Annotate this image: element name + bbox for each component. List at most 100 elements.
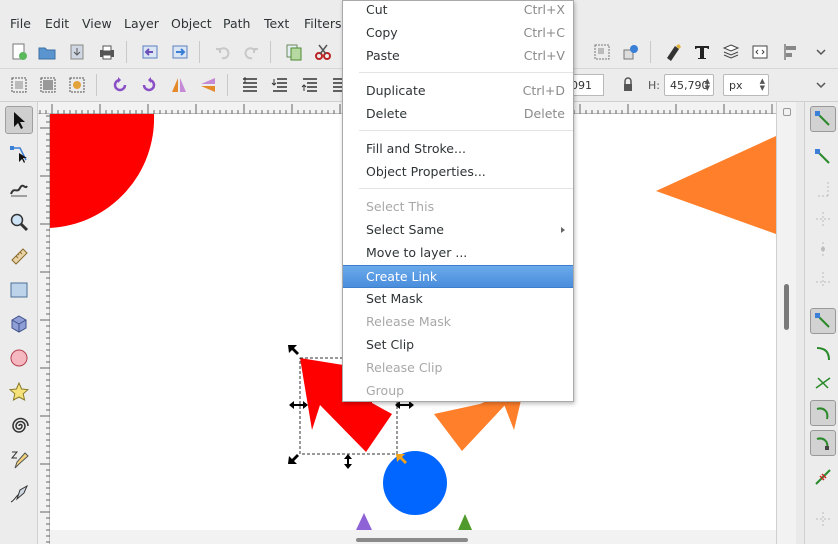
menu-item-create-link[interactable]: Create Link — [343, 265, 573, 288]
menu-item-paste[interactable]: Paste Ctrl+V — [343, 45, 573, 68]
snap-centers-icon[interactable] — [810, 464, 836, 490]
star-tool-icon[interactable] — [5, 378, 33, 406]
ungroup-icon[interactable] — [620, 41, 642, 63]
controls-overflow-icon[interactable] — [810, 74, 832, 96]
selector-tool-icon[interactable] — [5, 106, 33, 134]
snap-rotation-centers-icon[interactable] — [810, 506, 836, 532]
layers-icon[interactable] — [720, 41, 742, 63]
align-distribute-icon[interactable] — [779, 41, 801, 63]
snap-bbox-center-icon[interactable] — [810, 266, 836, 292]
save-icon[interactable] — [66, 41, 88, 63]
menu-item-select-same[interactable]: Select Same — [343, 219, 573, 242]
measure-tool-icon[interactable] — [5, 242, 33, 270]
menu-item-duplicate[interactable]: Duplicate Ctrl+D — [343, 80, 573, 103]
flip-horizontal-icon[interactable] — [168, 74, 190, 96]
deselect-icon[interactable] — [66, 74, 88, 96]
export-icon[interactable] — [169, 41, 191, 63]
menu-item-release-clip: Release Clip — [366, 360, 443, 375]
scroll-corner-icon[interactable] — [783, 108, 791, 116]
3d-box-tool-icon[interactable] — [5, 310, 33, 338]
menu-text[interactable]: Text — [264, 16, 289, 31]
menu-layer[interactable]: Layer — [124, 16, 159, 31]
menu-item-move-to-layer[interactable]: Move to layer ... — [343, 242, 573, 265]
vertical-ruler — [38, 114, 50, 544]
redo-icon[interactable] — [240, 41, 262, 63]
import-icon[interactable] — [139, 41, 161, 63]
copy-icon[interactable] — [283, 41, 305, 63]
snap-midpoints-icon[interactable] — [810, 430, 836, 456]
snap-bbox-midpoint-icon[interactable] — [810, 236, 836, 262]
unit-dropdown-icon[interactable]: ▲ ▼ — [760, 78, 765, 92]
rotate-ccw-icon[interactable] — [109, 74, 131, 96]
orange-shape[interactable] — [434, 396, 506, 451]
horizontal-scroll-thumb[interactable] — [356, 538, 468, 542]
open-file-icon[interactable] — [36, 41, 58, 63]
horizontal-scrollbar[interactable] — [50, 530, 776, 544]
menu-item-copy[interactable]: Copy Ctrl+C — [343, 22, 573, 45]
menu-item-set-mask[interactable]: Set Mask — [343, 288, 573, 311]
snap-nodes-icon[interactable] — [810, 308, 836, 334]
spiral-tool-icon[interactable] — [5, 412, 33, 440]
height-spin-icon[interactable]: ▲ ▼ — [705, 78, 710, 92]
raise-icon[interactable] — [299, 74, 321, 96]
red-quarter-circle[interactable] — [50, 114, 155, 228]
toolbar-overflow-icon[interactable] — [810, 41, 832, 63]
snap-bbox-edge-icon[interactable] — [810, 176, 836, 202]
menu-edit[interactable]: Edit — [45, 16, 69, 31]
cut-icon[interactable] — [312, 41, 334, 63]
fill-stroke-icon[interactable] — [662, 41, 684, 63]
menu-item-object-properties[interactable]: Object Properties... — [343, 161, 573, 184]
menu-separator — [359, 130, 573, 131]
snap-controls-bar — [804, 102, 838, 544]
toolbox — [0, 102, 38, 544]
height-field[interactable]: 45,790 ▲ ▼ — [664, 74, 714, 96]
pencil-tool-icon[interactable] — [5, 446, 33, 474]
group-icon[interactable] — [591, 41, 613, 63]
snap-bbox-icon[interactable] — [810, 144, 836, 170]
text-font-icon[interactable] — [691, 41, 713, 63]
menu-view[interactable]: View — [82, 16, 112, 31]
purple-shape[interactable] — [356, 513, 372, 530]
tweak-tool-icon[interactable] — [5, 174, 33, 202]
lower-icon[interactable] — [269, 74, 291, 96]
menu-item-select-this: Select This — [366, 199, 435, 214]
vertical-scrollbar[interactable] — [776, 102, 796, 544]
pen-tool-icon[interactable] — [5, 480, 33, 508]
orange-triangle[interactable] — [656, 136, 776, 234]
menu-path[interactable]: Path — [223, 16, 250, 31]
menu-item-set-clip[interactable]: Set Clip — [343, 334, 573, 357]
submenu-arrow-icon — [561, 227, 565, 233]
menu-file[interactable]: File — [10, 16, 31, 31]
snap-intersections-icon[interactable] — [810, 370, 836, 396]
unit-value: px — [729, 79, 743, 92]
zoom-tool-icon[interactable] — [5, 208, 33, 236]
snap-paths-icon[interactable] — [810, 340, 836, 366]
rectangle-tool-icon[interactable] — [5, 276, 33, 304]
height-label: H: — [648, 79, 660, 92]
menu-item-release-mask: Release Mask — [366, 314, 452, 329]
rotate-cw-icon[interactable] — [138, 74, 160, 96]
menu-item-cut[interactable]: Cut Ctrl+X — [343, 0, 573, 22]
unit-select[interactable]: px ▲ ▼ — [723, 74, 769, 96]
select-all-layers-icon[interactable] — [37, 74, 59, 96]
menu-object[interactable]: Object — [171, 16, 212, 31]
ellipse-tool-icon[interactable] — [5, 344, 33, 372]
node-tool-icon[interactable] — [5, 140, 33, 168]
blue-circle[interactable] — [383, 451, 447, 515]
green-shape[interactable] — [458, 514, 472, 530]
lock-proportions-icon[interactable] — [617, 74, 639, 96]
snap-bbox-corner-icon[interactable] — [810, 206, 836, 232]
snap-smooth-nodes-icon[interactable] — [810, 400, 836, 426]
select-all-icon[interactable] — [8, 74, 30, 96]
undo-icon[interactable] — [212, 41, 234, 63]
new-document-icon[interactable] — [8, 41, 30, 63]
menu-item-delete[interactable]: Delete Delete — [343, 103, 573, 126]
menu-filters[interactable]: Filters — [304, 16, 341, 31]
vertical-scroll-thumb[interactable] — [784, 284, 789, 330]
lower-to-bottom-icon[interactable] — [239, 74, 261, 96]
flip-vertical-icon[interactable] — [197, 74, 219, 96]
print-icon[interactable] — [96, 41, 118, 63]
xml-editor-icon[interactable] — [749, 41, 771, 63]
menu-item-fill-and-stroke[interactable]: Fill and Stroke... — [343, 138, 573, 161]
snap-toggle-icon[interactable] — [810, 106, 836, 132]
